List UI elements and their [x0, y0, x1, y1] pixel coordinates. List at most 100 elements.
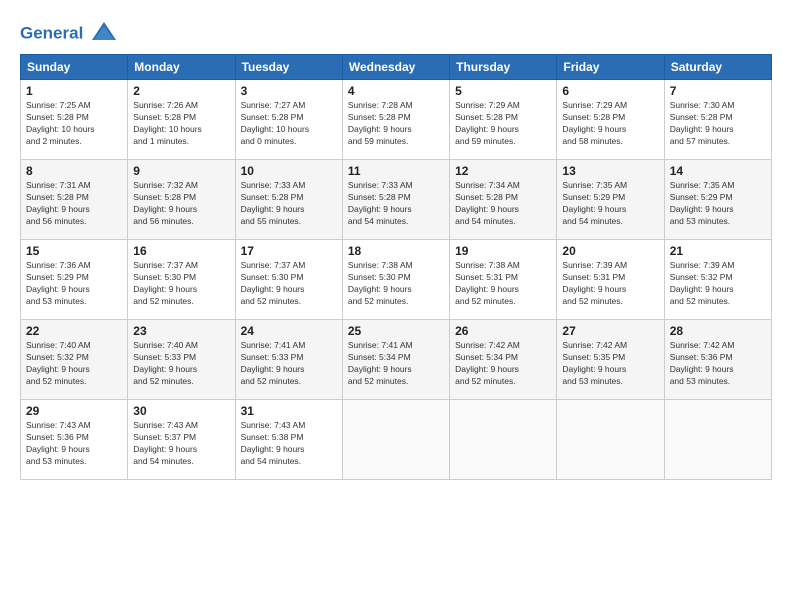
day-info: Sunrise: 7:39 AMSunset: 5:31 PMDaylight:… — [562, 260, 658, 308]
calendar-cell: 13Sunrise: 7:35 AMSunset: 5:29 PMDayligh… — [557, 160, 664, 240]
weekday-header-thursday: Thursday — [450, 55, 557, 80]
day-info: Sunrise: 7:43 AMSunset: 5:37 PMDaylight:… — [133, 420, 229, 468]
calendar-cell: 27 Sunrise: 7:42 AMSunset: 5:35 PMDayligh… — [557, 320, 664, 400]
calendar-cell: 9 Sunrise: 7:32 AMSunset: 5:28 PMDaylight… — [128, 160, 235, 240]
day-number: 8 — [26, 164, 122, 178]
day-info: Sunrise: 7:34 AMSunset: 5:28 PMDaylight:… — [455, 180, 551, 228]
weekday-header-monday: Monday — [128, 55, 235, 80]
day-number: 31 — [241, 404, 337, 418]
calendar-cell: 16 Sunrise: 7:37 AMSunset: 5:30 PMDayligh… — [128, 240, 235, 320]
day-number: 18 — [348, 244, 444, 258]
day-info: Sunrise: 7:28 AMSunset: 5:28 PMDaylight:… — [348, 100, 444, 148]
calendar-cell: 8 Sunrise: 7:31 AMSunset: 5:28 PMDaylight… — [21, 160, 128, 240]
day-number: 16 — [133, 244, 229, 258]
day-info: Sunrise: 7:39 AMSunset: 5:32 PMDaylight:… — [670, 260, 766, 308]
day-info: Sunrise: 7:33 AMSunset: 5:28 PMDaylight:… — [241, 180, 337, 228]
day-info: Sunrise: 7:27 AMSunset: 5:28 PMDaylight:… — [241, 100, 337, 148]
day-number: 11 — [348, 164, 444, 178]
day-info: Sunrise: 7:29 AMSunset: 5:28 PMDaylight:… — [455, 100, 551, 148]
weekday-header-wednesday: Wednesday — [342, 55, 449, 80]
day-number: 7 — [670, 84, 766, 98]
day-number: 25 — [348, 324, 444, 338]
day-info: Sunrise: 7:43 AMSunset: 5:38 PMDaylight:… — [241, 420, 337, 468]
day-info: Sunrise: 7:31 AMSunset: 5:28 PMDaylight:… — [26, 180, 122, 228]
day-info: Sunrise: 7:35 AMSunset: 5:29 PMDaylight:… — [670, 180, 766, 228]
day-number: 19 — [455, 244, 551, 258]
day-number: 2 — [133, 84, 229, 98]
header: General — [20, 16, 772, 48]
day-number: 14 — [670, 164, 766, 178]
week-row-2: 8 Sunrise: 7:31 AMSunset: 5:28 PMDaylight… — [21, 160, 772, 240]
day-number: 9 — [133, 164, 229, 178]
weekday-header-tuesday: Tuesday — [235, 55, 342, 80]
weekday-header-sunday: Sunday — [21, 55, 128, 80]
calendar-header: SundayMondayTuesdayWednesdayThursdayFrid… — [21, 55, 772, 80]
logo: General — [20, 20, 118, 48]
day-info: Sunrise: 7:26 AMSunset: 5:28 PMDaylight:… — [133, 100, 229, 148]
page-container: General SundayMondayTuesdayWednesdayThur… — [0, 0, 792, 490]
day-number: 17 — [241, 244, 337, 258]
day-info: Sunrise: 7:36 AMSunset: 5:29 PMDaylight:… — [26, 260, 122, 308]
logo-general: General — [20, 23, 83, 42]
day-info: Sunrise: 7:37 AMSunset: 5:30 PMDaylight:… — [133, 260, 229, 308]
day-info: Sunrise: 7:33 AMSunset: 5:28 PMDaylight:… — [348, 180, 444, 228]
day-info: Sunrise: 7:42 AMSunset: 5:36 PMDaylight:… — [670, 340, 766, 388]
day-number: 30 — [133, 404, 229, 418]
calendar-cell: 31 Sunrise: 7:43 AMSunset: 5:38 PMDayligh… — [235, 400, 342, 480]
calendar-cell — [557, 400, 664, 480]
day-info: Sunrise: 7:42 AMSunset: 5:35 PMDaylight:… — [562, 340, 658, 388]
week-row-4: 22 Sunrise: 7:40 AMSunset: 5:32 PMDayligh… — [21, 320, 772, 400]
calendar-cell: 24 Sunrise: 7:41 AMSunset: 5:33 PMDayligh… — [235, 320, 342, 400]
day-number: 28 — [670, 324, 766, 338]
day-number: 21 — [670, 244, 766, 258]
day-info: Sunrise: 7:41 AMSunset: 5:33 PMDaylight:… — [241, 340, 337, 388]
calendar-cell: 19 Sunrise: 7:38 AMSunset: 5:31 PMDayligh… — [450, 240, 557, 320]
day-number: 6 — [562, 84, 658, 98]
day-number: 3 — [241, 84, 337, 98]
calendar-cell: 10Sunrise: 7:33 AMSunset: 5:28 PMDayligh… — [235, 160, 342, 240]
day-info: Sunrise: 7:40 AMSunset: 5:32 PMDaylight:… — [26, 340, 122, 388]
calendar-cell: 23Sunrise: 7:40 AMSunset: 5:33 PMDayligh… — [128, 320, 235, 400]
calendar-cell: 21 Sunrise: 7:39 AMSunset: 5:32 PMDayligh… — [664, 240, 771, 320]
weekday-header-row: SundayMondayTuesdayWednesdayThursdayFrid… — [21, 55, 772, 80]
calendar-cell — [664, 400, 771, 480]
day-info: Sunrise: 7:32 AMSunset: 5:28 PMDaylight:… — [133, 180, 229, 228]
calendar-cell: 25Sunrise: 7:41 AMSunset: 5:34 PMDayligh… — [342, 320, 449, 400]
day-info: Sunrise: 7:30 AMSunset: 5:28 PMDaylight:… — [670, 100, 766, 148]
calendar-cell: 14 Sunrise: 7:35 AMSunset: 5:29 PMDayligh… — [664, 160, 771, 240]
calendar-cell: 2 Sunrise: 7:26 AMSunset: 5:28 PMDaylight… — [128, 80, 235, 160]
calendar-cell: 3 Sunrise: 7:27 AMSunset: 5:28 PMDaylight… — [235, 80, 342, 160]
calendar-cell: 30 Sunrise: 7:43 AMSunset: 5:37 PMDayligh… — [128, 400, 235, 480]
weekday-header-saturday: Saturday — [664, 55, 771, 80]
day-number: 5 — [455, 84, 551, 98]
week-row-5: 29Sunrise: 7:43 AMSunset: 5:36 PMDayligh… — [21, 400, 772, 480]
calendar-cell: 11 Sunrise: 7:33 AMSunset: 5:28 PMDayligh… — [342, 160, 449, 240]
calendar-cell: 4Sunrise: 7:28 AMSunset: 5:28 PMDaylight… — [342, 80, 449, 160]
calendar-cell: 22 Sunrise: 7:40 AMSunset: 5:32 PMDayligh… — [21, 320, 128, 400]
calendar-cell: 20 Sunrise: 7:39 AMSunset: 5:31 PMDayligh… — [557, 240, 664, 320]
day-number: 26 — [455, 324, 551, 338]
calendar-cell — [342, 400, 449, 480]
logo-icon — [90, 20, 118, 48]
calendar-body: 1 Sunrise: 7:25 AMSunset: 5:28 PMDaylight… — [21, 80, 772, 480]
day-number: 29 — [26, 404, 122, 418]
day-number: 24 — [241, 324, 337, 338]
day-info: Sunrise: 7:25 AMSunset: 5:28 PMDaylight:… — [26, 100, 122, 148]
week-row-1: 1 Sunrise: 7:25 AMSunset: 5:28 PMDaylight… — [21, 80, 772, 160]
day-number: 12 — [455, 164, 551, 178]
day-number: 20 — [562, 244, 658, 258]
calendar-cell: 15 Sunrise: 7:36 AMSunset: 5:29 PMDayligh… — [21, 240, 128, 320]
calendar-cell: 6Sunrise: 7:29 AMSunset: 5:28 PMDaylight… — [557, 80, 664, 160]
calendar-cell — [450, 400, 557, 480]
day-number: 15 — [26, 244, 122, 258]
calendar-cell: 1 Sunrise: 7:25 AMSunset: 5:28 PMDaylight… — [21, 80, 128, 160]
day-info: Sunrise: 7:40 AMSunset: 5:33 PMDaylight:… — [133, 340, 229, 388]
day-info: Sunrise: 7:38 AMSunset: 5:31 PMDaylight:… — [455, 260, 551, 308]
day-number: 22 — [26, 324, 122, 338]
calendar-cell: 29Sunrise: 7:43 AMSunset: 5:36 PMDayligh… — [21, 400, 128, 480]
logo-text: General — [20, 20, 118, 48]
calendar-cell: 26 Sunrise: 7:42 AMSunset: 5:34 PMDayligh… — [450, 320, 557, 400]
day-info: Sunrise: 7:42 AMSunset: 5:34 PMDaylight:… — [455, 340, 551, 388]
day-number: 1 — [26, 84, 122, 98]
day-number: 27 — [562, 324, 658, 338]
